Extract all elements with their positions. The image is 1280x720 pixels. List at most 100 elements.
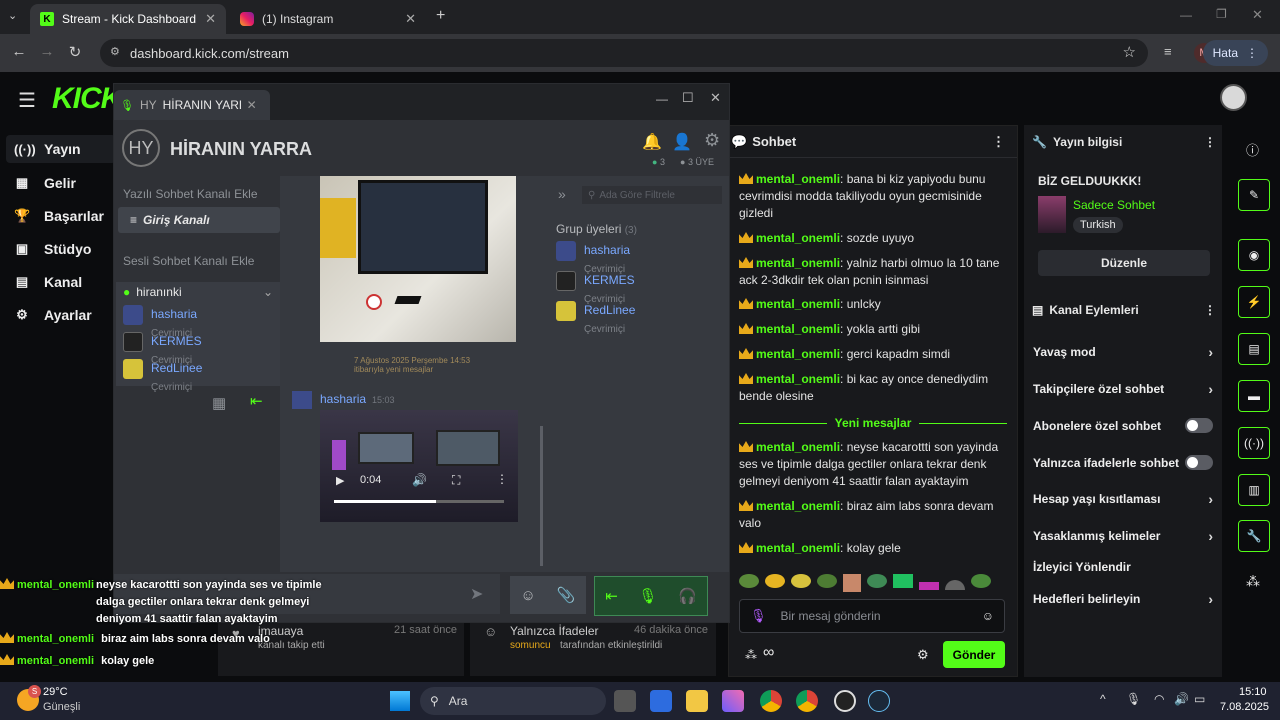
discord-tab[interactable]: 🎙 HY HİRANIN YARRA ✕ [114, 90, 270, 120]
chat-username[interactable]: mental_onemli [756, 541, 840, 555]
media-control-icon[interactable]: ≡ [1164, 44, 1172, 59]
obs-icon[interactable] [834, 690, 856, 712]
user-avatar[interactable] [1220, 84, 1247, 111]
site-info-icon[interactable]: ⚙ [110, 45, 120, 58]
chat-username[interactable]: mental_onemli [756, 256, 840, 270]
address-bar[interactable]: ⚙ dashboard.kick.com/stream ☆ [100, 39, 1148, 67]
emote-icon[interactable] [971, 574, 991, 588]
emote-icon[interactable] [843, 574, 861, 592]
emote-icon[interactable] [867, 574, 887, 588]
layout-icon[interactable]: ▥ [1238, 474, 1270, 506]
windows-start-icon[interactable] [390, 691, 410, 711]
emote-icon[interactable] [791, 574, 811, 588]
emote-icon[interactable] [919, 582, 939, 590]
sidebar-item-kanal[interactable]: ▤ Kanal [14, 274, 82, 290]
wifi-icon[interactable]: ◠ [1154, 692, 1164, 706]
voice-user[interactable]: RedLinee Çevrimiçi [123, 359, 202, 395]
emote-icon[interactable] [893, 574, 913, 588]
battery-icon[interactable]: ▭ [1194, 692, 1205, 706]
bell-icon[interactable]: 🔔 [642, 132, 662, 152]
chat-username[interactable]: mental_onemli [756, 231, 840, 245]
chat-settings-icon[interactable]: ⚙ [917, 647, 929, 663]
chat-username[interactable]: mental_onemli [756, 297, 840, 311]
emote-icon[interactable] [945, 580, 965, 590]
task-view-icon[interactable] [614, 690, 636, 712]
tray-microphone-icon[interactable]: 🎙 [1126, 692, 1141, 706]
add-voice-channel[interactable]: Sesli Sohbet Kanalı Ekle [123, 254, 254, 268]
sidebar-item-gelir[interactable]: ▦ Gelir [14, 175, 76, 191]
video-progress[interactable] [334, 500, 504, 503]
tab-list-chevron-icon[interactable]: ⌄ [8, 9, 17, 22]
tab-kick-dashboard[interactable]: K Stream - Kick Dashboard ✕ [30, 4, 226, 34]
clock-time[interactable]: 15:10 [1239, 686, 1267, 698]
edit-icon[interactable]: ✎ [1238, 179, 1270, 211]
emoji-icon[interactable]: ☺ [982, 609, 994, 623]
broadcast-icon[interactable]: ((·)) [1238, 427, 1270, 459]
close-tab-icon[interactable]: ✕ [205, 11, 216, 27]
microphone-icon[interactable]: 🎙 [750, 608, 767, 624]
server-avatar[interactable]: HY [122, 129, 160, 167]
emote-icon[interactable] [817, 574, 837, 588]
close-tab-icon[interactable]: ✕ [405, 11, 416, 27]
voice-channel-header[interactable]: ● hiranınki ⌄ [123, 285, 273, 299]
message-author[interactable]: hasharia [320, 392, 366, 406]
send-icon[interactable]: ➤ [470, 584, 483, 604]
chrome-icon[interactable] [760, 690, 782, 712]
tray-chevron-icon[interactable]: ^ [1100, 692, 1106, 706]
share-icon[interactable]: ⁂ [1246, 573, 1260, 590]
close-window-icon[interactable]: ✕ [1252, 7, 1263, 23]
video-more-icon[interactable]: ⋮ [496, 472, 508, 486]
wrench-icon[interactable]: 🔧 [1238, 520, 1270, 552]
settings-icon[interactable]: ⚙ [704, 130, 720, 151]
send-button[interactable]: Gönder [943, 641, 1005, 668]
reload-icon[interactable]: ↻ [62, 43, 88, 61]
clock-date[interactable]: 7.08.2025 [1220, 701, 1269, 713]
collapse-members-icon[interactable]: » [558, 186, 566, 202]
video-player[interactable]: ▶ 0:04 🔊 ⛶ ⋮ [320, 410, 518, 522]
user-avatar[interactable] [292, 391, 312, 409]
new-tab-icon[interactable]: + [436, 7, 445, 25]
channel-item-giris[interactable]: ≡ Giriş Kanalı [118, 207, 280, 233]
chat-username[interactable]: mental_onemli [756, 499, 840, 513]
forward-icon[interactable]: → [34, 43, 60, 60]
copilot-icon[interactable] [722, 690, 744, 712]
emote-icon[interactable] [739, 574, 759, 588]
leave-voice-icon[interactable]: ⇤ [605, 587, 618, 605]
add-text-channel[interactable]: Yazılı Sohbet Kanalı Ekle [123, 187, 258, 201]
taskbar-search[interactable]: ⚲ Ara [420, 687, 606, 715]
emoji-button[interactable]: ☺ 📎 [510, 576, 586, 614]
subscribers-only-toggle[interactable] [1185, 418, 1213, 433]
emotes-only-toggle[interactable] [1185, 455, 1213, 470]
back-icon[interactable]: ← [6, 43, 32, 60]
emote-icon[interactable] [765, 574, 785, 588]
volume-icon[interactable]: 🔊 [412, 473, 427, 487]
microphone-icon[interactable]: 🎙 [638, 587, 657, 605]
add-member-icon[interactable]: 👤 [672, 132, 692, 152]
activity-actor[interactable]: somuncu [510, 640, 551, 651]
action-set-goals[interactable]: Hedefleri belirleyin › [1033, 591, 1213, 607]
chat-username[interactable]: mental_onemli [756, 372, 840, 386]
minimize-window-icon[interactable]: — [656, 92, 668, 106]
image-attachment[interactable] [320, 176, 516, 342]
action-banned-words[interactable]: Yasaklanmış kelimeler › [1033, 528, 1213, 544]
store-icon[interactable] [650, 690, 672, 712]
channel-actions-more-icon[interactable]: ⋮ [1204, 303, 1216, 317]
stream-info-more-icon[interactable]: ⋮ [1204, 135, 1216, 149]
file-explorer-icon[interactable] [686, 690, 708, 712]
chat-input[interactable]: 🎙 Bir mesaj gönderin ☺ [739, 599, 1005, 633]
stream-category[interactable]: Sadece Sohbet [1073, 198, 1155, 212]
speaker-icon[interactable]: 🔊 [1174, 692, 1189, 706]
sidebar-item-basarilar[interactable]: 🏆 Başarılar [14, 208, 104, 224]
chat-more-icon[interactable]: ⋮ [992, 134, 1005, 150]
headphones-icon[interactable]: 🎧 [678, 587, 697, 605]
minimize-window-icon[interactable]: — [1180, 8, 1192, 22]
bookmark-star-icon[interactable]: ☆ [1123, 43, 1136, 61]
exit-icon[interactable]: ⇤ [250, 392, 263, 410]
fullscreen-icon[interactable]: ⛶ [452, 473, 460, 488]
points-icon[interactable]: ⁂ [745, 648, 757, 662]
action-raid[interactable]: İzleyici Yönlendir [1033, 560, 1213, 574]
member-item[interactable]: RedLinee Çevrimiçi [556, 301, 635, 337]
camera-icon[interactable]: ◉ [1238, 239, 1270, 271]
close-tab-icon[interactable]: ✕ [247, 98, 257, 112]
hamburger-menu-icon[interactable]: ☰ [18, 88, 36, 113]
